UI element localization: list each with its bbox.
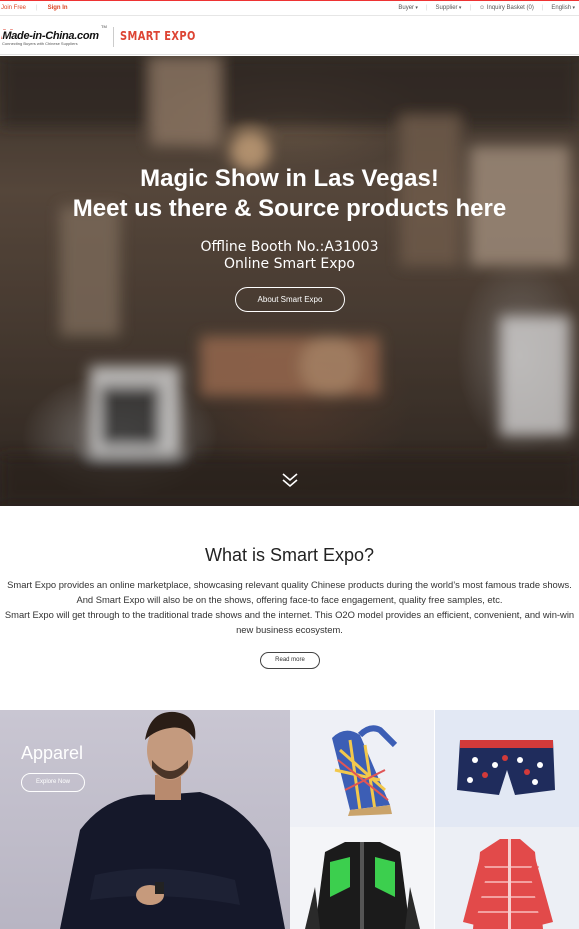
description-paragraph-1: Smart Expo provides an online marketplac… <box>7 579 572 605</box>
motorcycle-jacket-image <box>305 842 420 929</box>
category-grid: Apparel Explore Now <box>0 710 579 929</box>
sign-in-link[interactable]: Sign In <box>48 1 68 16</box>
star-shorts-image <box>457 740 555 795</box>
booth-number: Offline Booth No.:A31003 <box>200 239 379 255</box>
divider: | <box>541 5 544 11</box>
read-more-button[interactable]: Read more <box>260 652 320 669</box>
explore-now-button[interactable]: Explore Now <box>21 773 85 792</box>
top-utility-bar: Join Free | Sign In Buyer | Supplier | ☺… <box>0 0 579 16</box>
jacket-product-tile[interactable] <box>290 827 434 929</box>
trademark-mark: TM <box>101 24 107 29</box>
red-jacket-product-tile[interactable] <box>435 827 579 929</box>
divider: | <box>425 5 428 11</box>
supplier-menu[interactable]: Supplier <box>436 1 462 16</box>
category-label: Apparel <box>21 743 84 763</box>
logo-tagline: Connecting Buyers with Chinese Suppliers <box>2 41 78 46</box>
section-title: What is Smart Expo? <box>204 545 375 565</box>
scroll-down-chevron-icon[interactable] <box>280 471 300 491</box>
join-free-link[interactable]: Join Free <box>1 1 26 16</box>
plaid-scarf-image <box>332 725 398 816</box>
apparel-feature-card[interactable]: Apparel Explore Now <box>0 710 290 929</box>
hero-content: Magic Show in Las Vegas! Meet us there &… <box>0 56 579 506</box>
online-expo-label: Online Smart Expo <box>224 256 355 272</box>
site-header: MMade-in-China.com TM Connecting Buyers … <box>0 17 579 55</box>
buyer-menu[interactable]: Buyer <box>398 1 418 16</box>
hero-headline-2: Meet us there & Source products here <box>72 195 507 222</box>
smart-expo-logo[interactable]: SMART EXPO <box>120 29 196 43</box>
header-divider <box>113 27 114 47</box>
language-selector[interactable]: English <box>551 1 575 16</box>
red-striped-jacket-image <box>463 839 553 929</box>
what-is-section: What is Smart Expo? Smart Expo provides … <box>0 506 579 710</box>
divider: | <box>469 5 471 11</box>
top-menu: Buyer | Supplier | ☺ Inquiry Basket (0) … <box>398 1 575 16</box>
divider: | <box>36 5 38 11</box>
description-paragraph-2: Smart Expo will get through to the tradi… <box>4 609 575 635</box>
inquiry-basket-link[interactable]: ☺ Inquiry Basket (0) <box>479 1 534 16</box>
about-smart-expo-button[interactable]: About Smart Expo <box>235 287 345 312</box>
shorts-product-tile[interactable] <box>435 710 579 827</box>
inquiry-basket-label: Inquiry Basket (0) <box>486 5 534 11</box>
hero-banner: Magic Show in Las Vegas! Meet us there &… <box>0 56 579 506</box>
section-description: Smart Expo provides an online marketplac… <box>2 577 577 637</box>
basket-icon: ☺ <box>479 5 486 11</box>
account-links: Join Free | Sign In <box>1 1 68 16</box>
made-in-china-logo[interactable]: MMade-in-China.com TM Connecting Buyers … <box>1 24 109 48</box>
hero-headline-1: Magic Show in Las Vegas! <box>140 165 439 192</box>
scarf-product-tile[interactable] <box>290 710 434 827</box>
